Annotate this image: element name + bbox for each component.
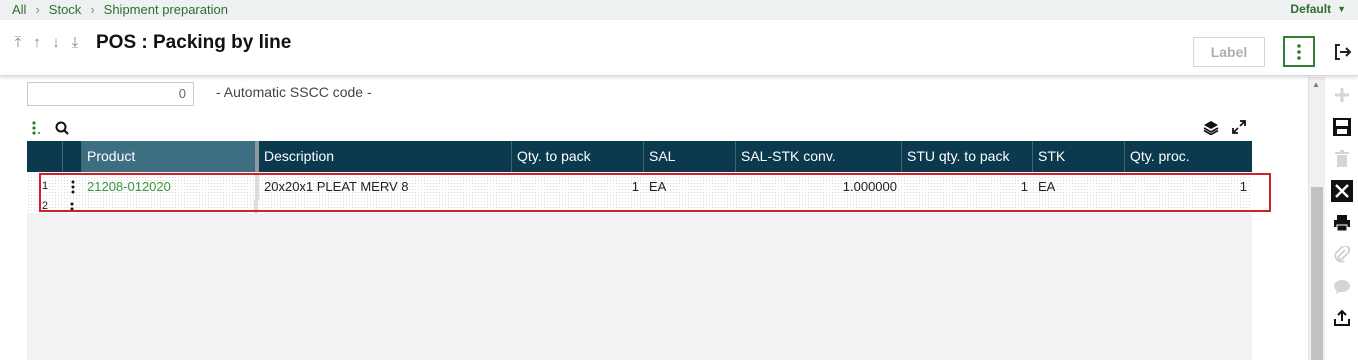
close-icon	[1331, 180, 1353, 202]
row-number: 2	[41, 200, 48, 212]
grid-toolbar-right	[1203, 119, 1247, 135]
record-navigation: ⤒ ↑ ↓ ⤓	[12, 34, 81, 51]
comment-icon	[1334, 280, 1350, 294]
plus-icon	[1335, 88, 1349, 102]
product-cell[interactable]	[82, 200, 254, 213]
comment-button[interactable]	[1330, 275, 1354, 299]
first-record-icon[interactable]: ⤒	[12, 34, 24, 51]
breadcrumb: All › Stock › Shipment preparation	[12, 2, 228, 17]
chevron-right-icon: ›	[35, 2, 40, 17]
top-bar: All › Stock › Shipment preparation Defau…	[0, 0, 1358, 20]
chevron-right-icon: ›	[90, 2, 95, 17]
layers-icon[interactable]	[1203, 120, 1219, 135]
content-area: 0 - Automatic SSCC code - Product Descri…	[0, 77, 1308, 360]
trash-icon	[1335, 150, 1349, 167]
row-number-header	[27, 141, 63, 172]
scroll-thumb[interactable]	[1311, 187, 1323, 360]
breadcrumb-all[interactable]: All	[12, 2, 26, 17]
stu-qty-to-pack-cell[interactable]: 1	[902, 173, 1033, 200]
vertical-scrollbar[interactable]: ▲	[1308, 77, 1325, 360]
table-row[interactable]: 1 21208-012020 20x20x1 PLEAT MERV 8 1 EA…	[27, 173, 1252, 200]
vertical-dots-icon	[71, 180, 74, 193]
column-qty-to-pack[interactable]: Qty. to pack	[512, 141, 644, 172]
vertical-dots-icon	[1297, 43, 1301, 60]
column-description[interactable]: Description	[259, 141, 512, 172]
sscc-number-field[interactable]: 0	[27, 82, 194, 106]
grid-toolbar	[31, 121, 69, 135]
next-record-icon[interactable]: ↓	[50, 34, 62, 51]
save-icon	[1333, 118, 1351, 136]
delete-button[interactable]	[1330, 147, 1354, 171]
exit-button[interactable]	[1332, 42, 1354, 62]
empty-row-cells[interactable]	[258, 200, 1252, 213]
upload-icon	[1334, 309, 1350, 326]
right-action-toolbar	[1326, 77, 1358, 360]
default-menu-label: Default	[1290, 2, 1332, 16]
more-actions-button[interactable]	[1283, 36, 1315, 67]
grid-actions-icon[interactable]	[31, 121, 41, 135]
search-icon[interactable]	[55, 121, 69, 135]
default-menu[interactable]: Default ▼	[1290, 2, 1346, 16]
export-button[interactable]	[1330, 306, 1354, 330]
column-stk[interactable]: STK	[1033, 141, 1125, 172]
table-row[interactable]: 2	[27, 200, 1252, 213]
sscc-label: - Automatic SSCC code -	[216, 84, 372, 100]
column-product[interactable]: Product	[82, 141, 255, 172]
column-qty-proc[interactable]: Qty. proc.	[1125, 141, 1252, 172]
attachment-button[interactable]	[1330, 243, 1354, 267]
product-link[interactable]: 21208-012020	[87, 179, 171, 194]
sal-stk-conv-cell[interactable]: 1.000000	[736, 173, 902, 200]
page-title: POS : Packing by line	[96, 32, 292, 53]
print-button[interactable]	[1330, 211, 1354, 235]
breadcrumb-stock[interactable]: Stock	[49, 2, 82, 17]
grid-header: Product Description Qty. to pack SAL SAL…	[27, 141, 1252, 172]
print-icon	[1334, 215, 1350, 232]
vertical-dots-icon	[70, 202, 74, 210]
row-actions-button[interactable]	[63, 200, 82, 213]
row-actions-button[interactable]	[63, 173, 82, 200]
save-button[interactable]	[1330, 115, 1354, 139]
scroll-up-icon[interactable]: ▲	[1312, 80, 1320, 89]
logout-icon	[1335, 44, 1352, 60]
create-button[interactable]	[1330, 83, 1354, 107]
stk-cell[interactable]: EA	[1033, 173, 1125, 200]
column-sal-stk-conv[interactable]: SAL-STK conv.	[736, 141, 902, 172]
sal-cell[interactable]: EA	[644, 173, 736, 200]
caret-down-icon: ▼	[1337, 4, 1346, 14]
qty-to-pack-cell[interactable]: 1	[512, 173, 644, 200]
row-number: 1	[41, 180, 49, 192]
column-stu-qty-to-pack[interactable]: STU qty. to pack	[902, 141, 1033, 172]
paperclip-icon	[1334, 246, 1350, 263]
last-record-icon[interactable]: ⤓	[69, 34, 81, 51]
row-menu-header	[63, 141, 82, 172]
page-header: ⤒ ↑ ↓ ⤓ POS : Packing by line Label	[0, 20, 1358, 76]
breadcrumb-shipment-preparation[interactable]: Shipment preparation	[104, 2, 228, 17]
product-cell[interactable]: 21208-012020	[82, 173, 255, 200]
description-cell[interactable]: 20x20x1 PLEAT MERV 8	[259, 173, 512, 200]
column-sal[interactable]: SAL	[644, 141, 736, 172]
expand-icon[interactable]	[1231, 119, 1247, 135]
close-button[interactable]	[1330, 179, 1354, 203]
previous-record-icon[interactable]: ↑	[31, 34, 43, 51]
label-button[interactable]: Label	[1193, 37, 1265, 67]
qty-proc-cell[interactable]: 1	[1125, 173, 1252, 200]
lines-grid: Product Description Qty. to pack SAL SAL…	[27, 141, 1252, 360]
